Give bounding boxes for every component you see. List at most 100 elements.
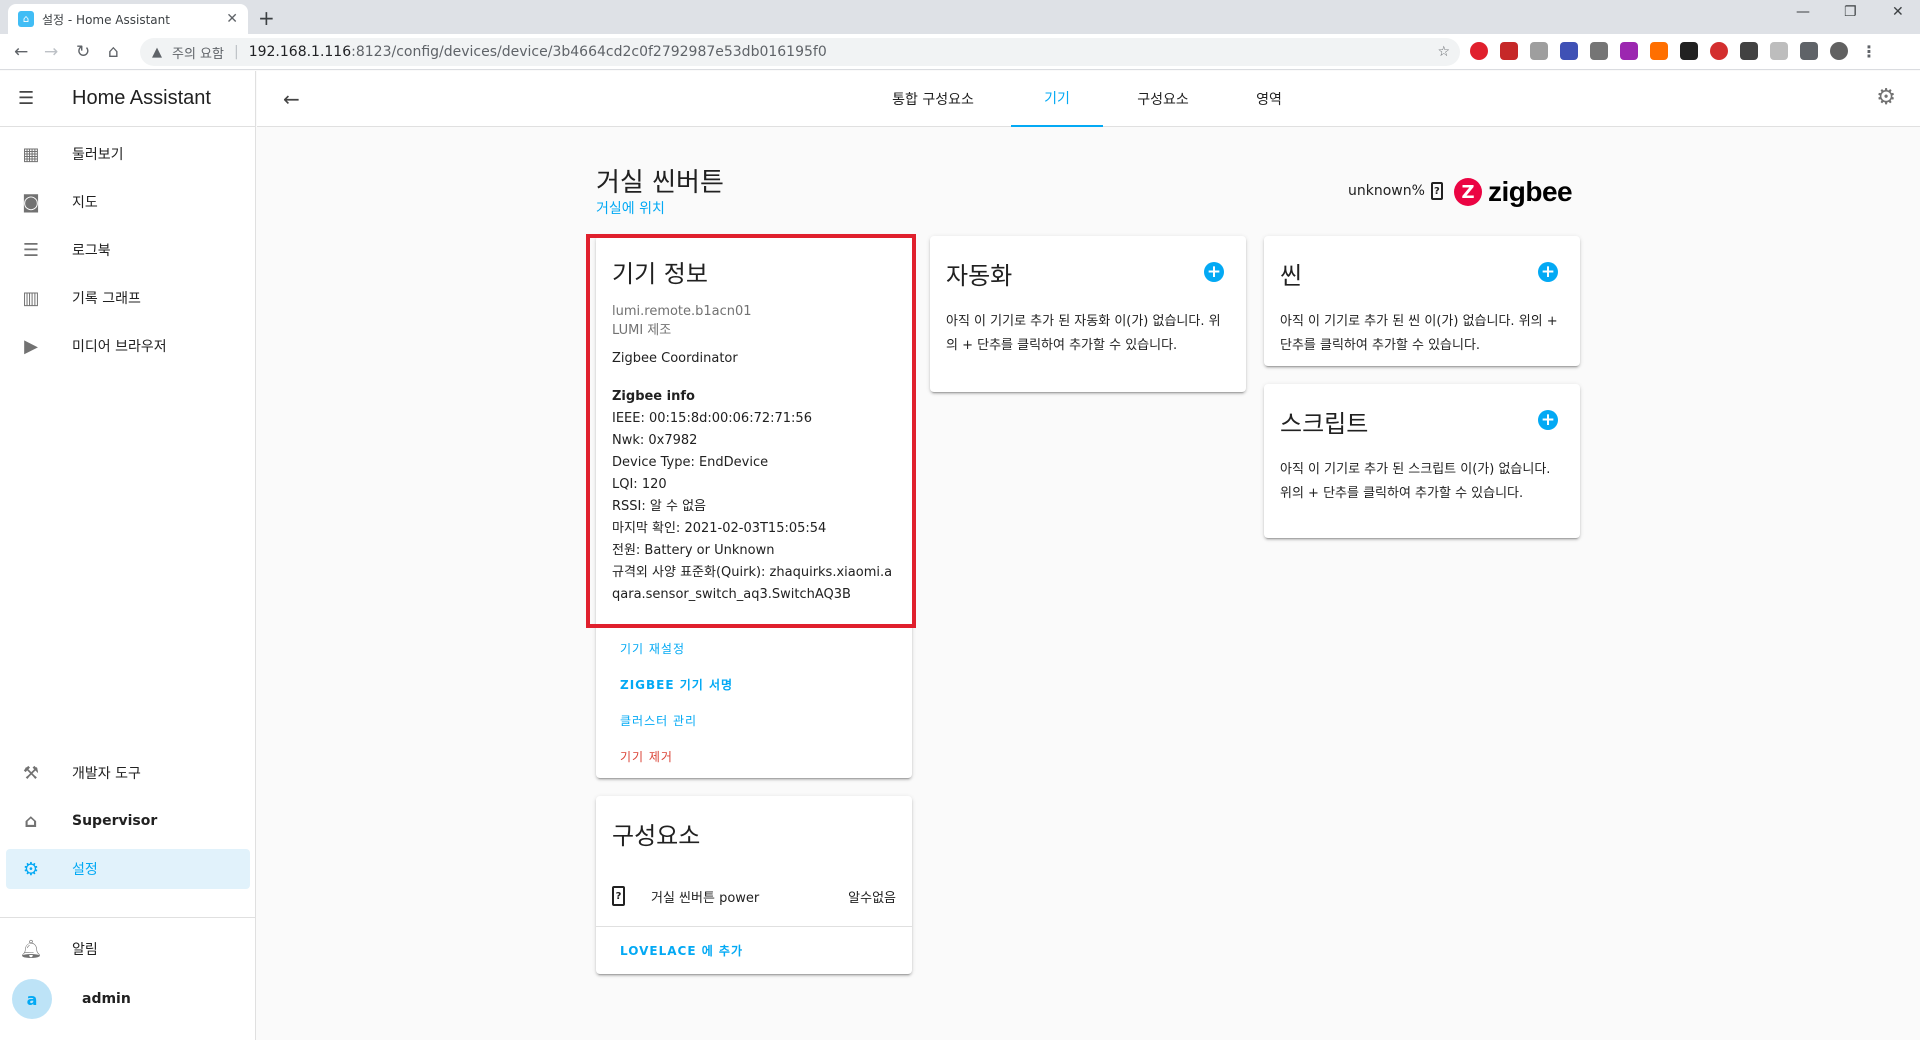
extensions-puzzle-icon[interactable] <box>1800 42 1818 60</box>
sidebar-item-settings[interactable]: ⚙ 설정 <box>6 849 250 889</box>
calendar-extension-icon[interactable] <box>1590 42 1608 60</box>
sidebar-item-overview[interactable]: ▦ 둘러보기 <box>6 134 250 174</box>
b-extension-icon[interactable] <box>1680 42 1698 60</box>
manage-clusters-button[interactable]: 클러스터 관리 <box>620 712 697 729</box>
sidebar-divider <box>0 917 256 918</box>
url-host: 192.168.1.116 <box>248 44 352 60</box>
add-scene-icon[interactable]: + <box>1538 262 1558 282</box>
profile-avatar-icon[interactable] <box>1830 42 1848 60</box>
scene-title: 씬 <box>1280 262 1303 290</box>
sidebar-item-label: Supervisor <box>72 813 158 829</box>
lastpass-extension-icon[interactable] <box>1500 42 1518 60</box>
reconfigure-device-button[interactable]: 기기 재설정 <box>620 640 685 657</box>
script-title: 스크립트 <box>1280 410 1369 438</box>
zigbee-wordmark: zigbee <box>1488 176 1573 207</box>
tab-entities[interactable]: 구성요소 <box>1117 71 1209 127</box>
add-script-icon[interactable]: + <box>1538 410 1558 430</box>
sidebar-item-label: 기록 그래프 <box>72 291 141 307</box>
sidebar-item-media-browser[interactable]: ▶ 미디어 브라우저 <box>6 326 250 366</box>
sidebar-item-notifications[interactable]: 🔔︎ 알림 <box>6 929 250 969</box>
battery-unknown-icon: ? <box>1430 182 1443 200</box>
battery-level: unknown% <box>1348 183 1425 199</box>
home-icon[interactable]: ⌂ <box>108 42 119 62</box>
close-window-icon[interactable]: ✕ <box>1892 4 1904 20</box>
browser-tab-title: 설정 - Home Assistant <box>42 12 170 27</box>
bookmark-star-icon[interactable]: ☆ <box>1437 44 1450 60</box>
sidebar: ☰ Home Assistant ▦ 둘러보기 ◙ 지도 ☰ 로그북 ▥ 기록 … <box>0 71 256 1040</box>
security-label[interactable]: 주의 요함 <box>172 43 224 62</box>
red-circle-extension-icon[interactable] <box>1710 42 1728 60</box>
history-icon: ▥ <box>22 287 40 309</box>
url-path: :8123/config/devices/device/3b4664cd2c0f… <box>351 44 827 60</box>
new-tab-icon[interactable]: + <box>258 6 275 30</box>
automation-card: 자동화 + 아직 이 기기로 추가 된 자동화 이(가) 없습니다. 위의 + … <box>930 236 1246 392</box>
card-divider <box>596 926 912 927</box>
menu-toggle-icon[interactable]: ☰ <box>18 88 48 109</box>
automation-title: 자동화 <box>946 262 1013 290</box>
home-assistant-favicon-icon: ⌂ <box>18 11 34 27</box>
sidebar-item-label: 미디어 브라우저 <box>72 339 167 355</box>
scene-card: 씬 + 아직 이 기기로 추가 된 씬 이(가) 없습니다. 위의 + 단추를 … <box>1264 236 1580 366</box>
map-icon: ◙ <box>22 191 40 213</box>
zigbee-logo: Z zigbee <box>1454 176 1573 208</box>
media-icon: ▶ <box>24 335 38 357</box>
bell-icon: 🔔︎ <box>19 938 43 960</box>
highlight-box <box>586 234 916 628</box>
minimize-window-icon[interactable]: — <box>1796 4 1810 20</box>
extensions-bar: ⋮ <box>1470 42 1878 61</box>
add-automation-icon[interactable]: + <box>1204 262 1224 282</box>
device-area-link[interactable]: 거실에 위치 <box>596 198 665 218</box>
restore-window-icon[interactable]: ❐ <box>1844 4 1857 20</box>
back-arrow-icon[interactable]: ← <box>283 87 300 111</box>
back-nav-icon[interactable]: ← <box>14 42 28 62</box>
close-tab-icon[interactable]: ✕ <box>226 11 238 27</box>
tab-integrations[interactable]: 통합 구성요소 <box>877 71 989 127</box>
sidebar-item-supervisor[interactable]: ⌂ Supervisor <box>6 801 250 841</box>
warning-icon[interactable]: ▲ <box>152 45 162 60</box>
tab-areas[interactable]: 영역 <box>1223 71 1315 127</box>
scene-empty-text: 아직 이 기기로 추가 된 씬 이(가) 없습니다. 위의 + 단추를 클릭하여… <box>1280 314 1558 353</box>
device-name: 거실 씬버튼 <box>596 168 724 198</box>
orange-extension-icon[interactable] <box>1650 42 1668 60</box>
browser-menu-icon[interactable]: ⋮ <box>1860 42 1878 61</box>
forward-nav-icon[interactable]: → <box>44 42 58 62</box>
address-separator: | <box>233 44 239 60</box>
supervisor-icon: ⌂ <box>24 810 38 832</box>
sidebar-item-label: 개발자 도구 <box>72 766 141 782</box>
tab-devices[interactable]: 기기 <box>1011 71 1103 127</box>
opera-extension-icon[interactable] <box>1470 42 1488 60</box>
camera-extension-icon[interactable] <box>1530 42 1548 60</box>
entities-title: 구성요소 <box>612 822 701 850</box>
browser-tab-strip: ⌂ 설정 - Home Assistant ✕ + — ❐ ✕ <box>0 0 1920 34</box>
user-name: admin <box>82 991 131 1007</box>
browser-toolbar: ← → ↻ ⌂ ▲ 주의 요함 | 192.168.1.116 :8123/co… <box>0 34 1920 70</box>
reload-icon[interactable]: ↻ <box>76 42 90 62</box>
zigbee-z-icon: Z <box>1454 178 1482 206</box>
entity-state: 알수없음 <box>848 890 896 906</box>
sidebar-item-map[interactable]: ◙ 지도 <box>6 182 250 222</box>
send-extension-icon[interactable] <box>1560 42 1578 60</box>
sidebar-item-logbook[interactable]: ☰ 로그북 <box>6 230 250 270</box>
remove-device-button[interactable]: 기기 제거 <box>620 748 673 765</box>
image-extension-icon[interactable] <box>1770 42 1788 60</box>
entity-name: 거실 씬버튼 power <box>651 890 760 906</box>
s-extension-icon[interactable] <box>1740 42 1758 60</box>
automation-empty-text: 아직 이 기기로 추가 된 자동화 이(가) 없습니다. 위의 + 단추를 클릭… <box>946 314 1221 353</box>
settings-icon: ⚙ <box>22 858 40 880</box>
battery-unknown-icon: ? <box>612 886 625 906</box>
sidebar-item-developer-tools[interactable]: ⚒ 개발자 도구 <box>6 753 250 793</box>
puzzle-color-extension-icon[interactable] <box>1620 42 1638 60</box>
zigbee-signature-button[interactable]: ZIGBEE 기기 서명 <box>620 676 733 693</box>
script-empty-text: 아직 이 기기로 추가 된 스크립트 이(가) 없습니다. 위의 + 단추를 클… <box>1280 462 1551 501</box>
address-bar[interactable]: ▲ 주의 요함 | 192.168.1.116 :8123/config/dev… <box>140 38 1460 66</box>
sidebar-item-label: 로그북 <box>72 243 111 259</box>
sidebar-item-label: 지도 <box>72 195 98 211</box>
add-to-lovelace-button[interactable]: LOVELACE 에 추가 <box>620 942 743 959</box>
entity-row[interactable]: ? 거실 씬버튼 power 알수없음 <box>612 876 896 916</box>
sidebar-item-history[interactable]: ▥ 기록 그래프 <box>6 278 250 318</box>
sidebar-item-profile[interactable]: a admin <box>6 977 250 1021</box>
app-title: Home Assistant <box>72 87 211 109</box>
gear-icon[interactable]: ⚙ <box>1876 85 1896 110</box>
sidebar-item-label: 둘러보기 <box>72 147 124 163</box>
browser-tab[interactable]: ⌂ 설정 - Home Assistant ✕ <box>8 4 248 34</box>
